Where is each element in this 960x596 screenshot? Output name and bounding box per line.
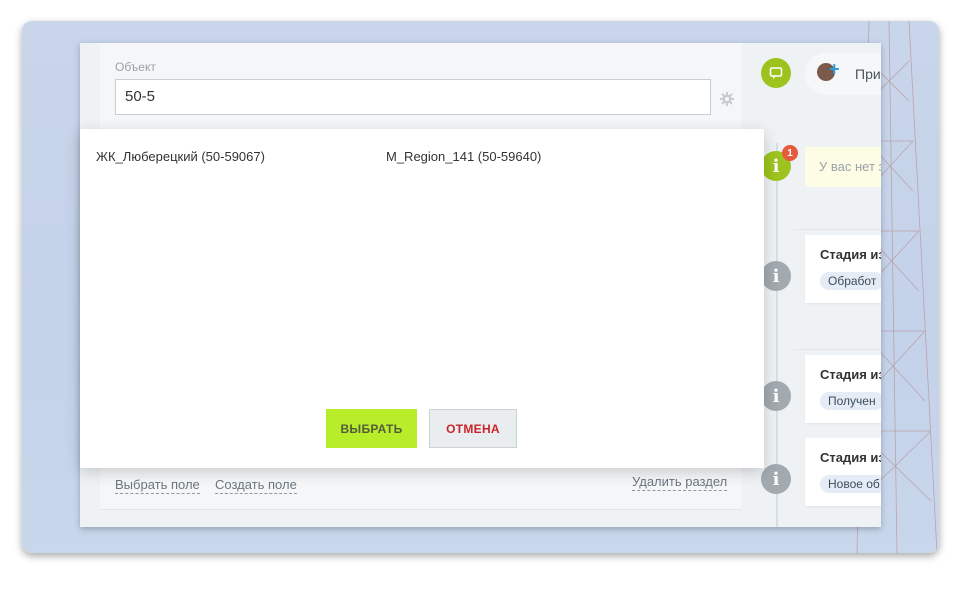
event-title: Стадия из [820, 450, 881, 465]
event-title: Стадия из [820, 247, 881, 262]
event-chip: Новое об [820, 475, 881, 493]
event-card[interactable]: Стадия из Получен [805, 355, 881, 423]
create-field-link[interactable]: Создать поле [215, 477, 297, 494]
object-selector-popup: ЖК_Люберецкий (50-59067) M_Region_141 (5… [80, 129, 764, 468]
warning-text: У вас нет з [819, 159, 881, 174]
event-card[interactable]: Стадия из Новое об [805, 438, 881, 506]
event-title: Стадия из [820, 367, 881, 382]
info-icon: i [761, 381, 791, 411]
desktop-background: Объект 50-5 Выбрать поле Создать поле Уд… [22, 21, 939, 553]
field-label: Объект [115, 60, 156, 74]
separator [794, 349, 881, 350]
info-icon: i [761, 464, 791, 494]
object-search-input[interactable]: 50-5 [115, 79, 711, 115]
warning-card: У вас нет з [805, 147, 881, 187]
event-chip: Обработ [820, 272, 881, 290]
popup-option[interactable]: M_Region_141 (50-59640) [386, 149, 541, 164]
delete-section-link[interactable]: Удалить раздел [632, 474, 728, 491]
select-field-link[interactable]: Выбрать поле [115, 477, 200, 494]
event-card[interactable]: Стадия из Обработ [805, 235, 881, 303]
info-icon: i [761, 261, 791, 291]
gear-icon[interactable] [720, 92, 734, 106]
notification-badge: 1 [782, 145, 798, 161]
separator [794, 229, 881, 230]
popup-option[interactable]: ЖК_Люберецкий (50-59067) [96, 149, 265, 164]
cancel-button[interactable]: ОТМЕНА [429, 409, 517, 448]
invite-label: При [855, 66, 881, 82]
invite-pill[interactable]: + При [805, 53, 881, 95]
select-button[interactable]: ВЫБРАТЬ [326, 409, 417, 448]
event-chip: Получен [820, 392, 881, 410]
divider [100, 509, 742, 510]
chat-icon[interactable] [761, 58, 791, 88]
plus-icon: + [829, 59, 840, 79]
